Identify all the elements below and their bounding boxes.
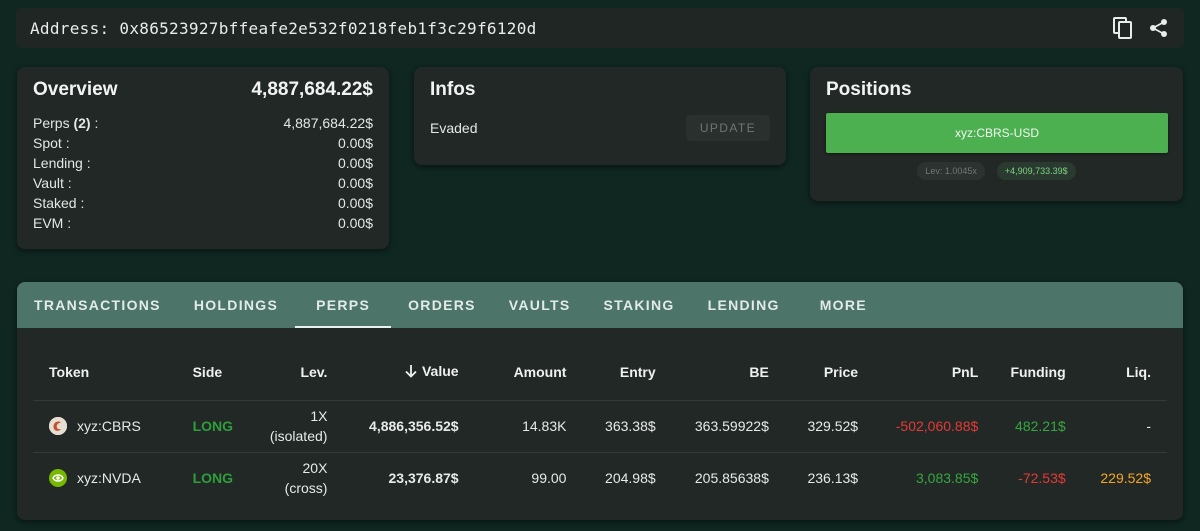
col-pnl[interactable]: PnL: [858, 344, 978, 400]
tab-staking[interactable]: STAKING: [604, 282, 675, 328]
tab-orders[interactable]: ORDERS: [408, 282, 476, 328]
infos-card: Infos Evaded UPDATE: [414, 67, 786, 165]
leverage-mode: (isolated): [269, 428, 328, 444]
overview-row-staked: Staked : 0.00$: [33, 193, 373, 213]
col-value[interactable]: Value: [327, 344, 459, 400]
infos-title: Infos: [430, 79, 476, 100]
overview-row-label: EVM :: [33, 215, 72, 231]
col-entry[interactable]: Entry: [566, 344, 656, 400]
overview-total: 4,887,684.22$: [251, 79, 373, 100]
overview-rows: Perps (2) : 4,887,684.22$ Spot : 0.00$ L…: [33, 113, 373, 233]
price-cell: 329.52$: [768, 399, 859, 452]
overview-row-value: 0.00$: [337, 175, 373, 191]
sort-arrow-down-icon: [404, 364, 418, 381]
tabs-panel: TRANSACTIONS HOLDINGS PERPS ORDERS VAULT…: [17, 282, 1183, 520]
cbrs-token-icon: [49, 417, 67, 435]
overview-row-label: Perps (2) :: [33, 113, 98, 133]
overview-card: Overview 4,887,684.22$ Perps (2) : 4,887…: [17, 67, 389, 249]
pnl-cell: 3,083.85$: [858, 451, 979, 504]
tab-lending[interactable]: LENDING: [708, 282, 780, 328]
tab-holdings[interactable]: HOLDINGS: [194, 282, 278, 328]
tab-transactions[interactable]: TRANSACTIONS: [34, 282, 161, 328]
liq-cell: -: [1065, 399, 1167, 452]
overview-row-value: 0.00$: [337, 215, 373, 231]
leverage-mode: (cross): [284, 480, 328, 497]
price-cell: 236.13$: [768, 451, 859, 504]
overview-row-spot: Spot : 0.00$: [33, 133, 373, 153]
positions-title: Positions: [826, 79, 912, 100]
funding-cell: 482.21$: [978, 399, 1066, 452]
table-row[interactable]: xyz:NVDA LONG 20X (cross) 23,376.87$ 99.0…: [33, 451, 1167, 504]
overview-row-value: 0.00$: [337, 155, 373, 171]
overview-row-label: Lending :: [33, 155, 91, 171]
infos-status: Evaded: [430, 120, 478, 136]
overview-row-evm: EVM : 0.00$: [33, 213, 373, 233]
col-side[interactable]: Side: [161, 344, 270, 400]
value-cell: 23,376.87$: [327, 451, 459, 504]
overview-row-perps: Perps (2) : 4,887,684.22$: [33, 113, 373, 133]
overview-row-value: 4,887,684.22$: [283, 115, 373, 131]
leverage-value: 1X: [310, 408, 328, 424]
table-header-row: Token Side Lev. Value Amount Entry BE Pr…: [33, 344, 1167, 400]
perps-table-container: Token Side Lev. Value Amount Entry BE Pr…: [33, 344, 1167, 506]
leverage-value: 20X: [302, 460, 328, 477]
overview-row-value: 0.00$: [337, 195, 373, 211]
address-actions: [1112, 17, 1170, 39]
token-cell: xyz:NVDA: [33, 469, 161, 488]
col-price[interactable]: Price: [769, 344, 858, 400]
be-cell: 205.85638$: [655, 451, 769, 504]
perps-suffix: :: [90, 115, 99, 131]
tab-more[interactable]: MORE: [820, 282, 867, 328]
amount-cell: 14.83K: [458, 399, 567, 452]
position-chips: Lev: 1.0045x +4,909,733.39$: [826, 162, 1167, 180]
pnl-chip: +4,909,733.39$: [996, 162, 1076, 180]
overview-row-lending: Lending : 0.00$: [33, 153, 373, 173]
overview-title: Overview: [33, 79, 118, 100]
col-amount[interactable]: Amount: [459, 344, 567, 400]
col-token[interactable]: Token: [33, 344, 161, 400]
entry-cell: 204.98$: [566, 451, 656, 504]
nvda-token-icon: [49, 469, 67, 488]
side-badge: LONG: [192, 470, 234, 487]
position-button-cbrs[interactable]: xyz:CBRS-USD: [826, 113, 1168, 153]
infos-row: Evaded UPDATE: [430, 115, 770, 141]
liq-cell: 229.52$: [1065, 451, 1167, 504]
tab-vaults[interactable]: VAULTS: [509, 282, 571, 328]
overview-row-label: Spot :: [33, 135, 70, 151]
col-value-label: Value: [421, 362, 459, 379]
col-liq[interactable]: Liq.: [1066, 344, 1167, 400]
overview-row-vault: Vault : 0.00$: [33, 173, 373, 193]
token-name: xyz:CBRS: [77, 418, 141, 434]
update-button[interactable]: UPDATE: [685, 115, 770, 141]
overview-row-value: 0.00$: [337, 135, 373, 151]
col-funding[interactable]: Funding: [978, 344, 1065, 400]
positions-card: Positions xyz:CBRS-USD Lev: 1.0045x +4,9…: [810, 67, 1183, 201]
overview-header: Overview 4,887,684.22$: [33, 79, 373, 101]
funding-cell: -72.53$: [978, 451, 1066, 504]
col-be[interactable]: BE: [656, 344, 768, 400]
perps-label: Perps: [33, 115, 74, 131]
side-badge: LONG: [192, 418, 234, 434]
entry-cell: 363.38$: [566, 399, 656, 452]
amount-cell: 99.00: [458, 451, 567, 504]
address-bar: Address: 0x86523927bffeafe2e532f0218feb1…: [16, 8, 1184, 48]
table-row[interactable]: xyz:CBRS LONG 1X (isolated) 4,886,356.52$…: [33, 399, 1167, 452]
overview-row-label: Vault :: [33, 175, 72, 191]
perps-table: Token Side Lev. Value Amount Entry BE Pr…: [33, 344, 1167, 504]
col-lev[interactable]: Lev.: [270, 344, 327, 400]
tab-bar: TRANSACTIONS HOLDINGS PERPS ORDERS VAULT…: [17, 282, 1183, 328]
leverage-chip: Lev: 1.0045x: [917, 162, 985, 180]
token-cell: xyz:CBRS: [33, 417, 161, 435]
share-icon[interactable]: [1148, 17, 1170, 39]
value-cell: 4,886,356.52$: [327, 399, 459, 452]
tab-perps[interactable]: PERPS: [295, 282, 392, 328]
copy-icon[interactable]: [1112, 17, 1134, 39]
be-cell: 363.59922$: [655, 399, 769, 452]
pnl-cell: -502,060.88$: [858, 399, 979, 452]
token-name: xyz:NVDA: [77, 470, 141, 487]
perps-count: (2): [73, 115, 91, 131]
overview-row-label: Staked :: [33, 195, 85, 211]
address-text: Address: 0x86523927bffeafe2e532f0218feb1…: [30, 18, 537, 38]
